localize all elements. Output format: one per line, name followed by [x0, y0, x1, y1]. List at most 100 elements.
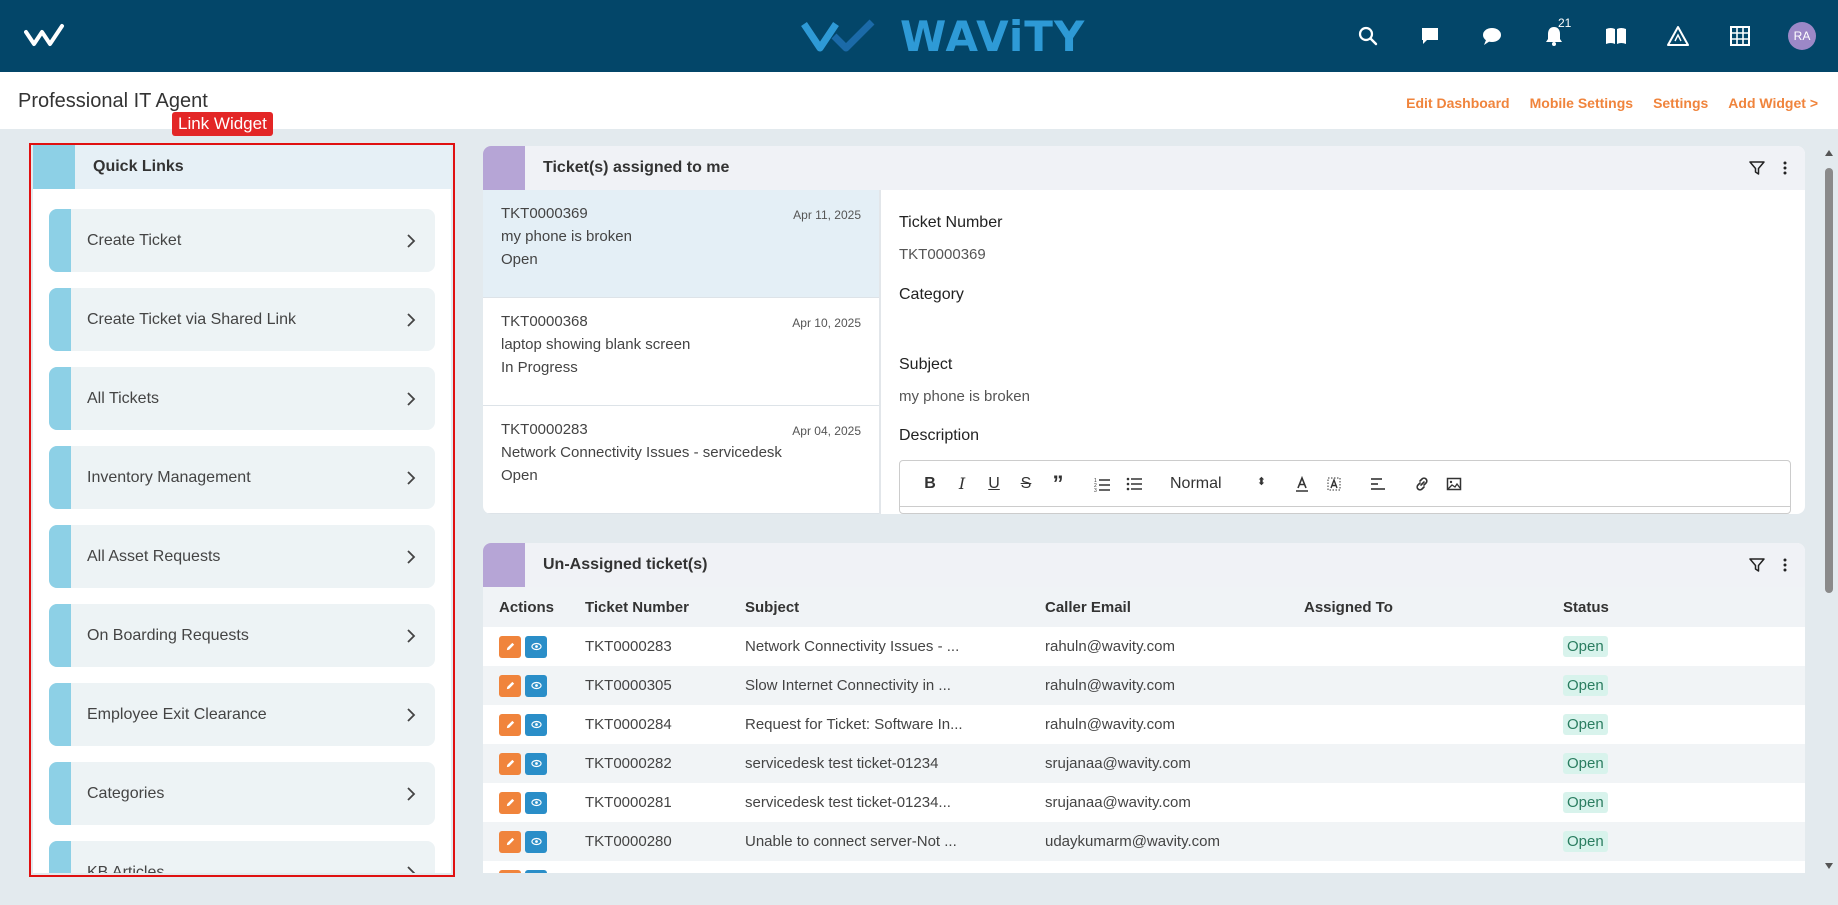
column-header-subject[interactable]: Subject	[745, 599, 1045, 616]
top-navbar: WAViTY 21 RA	[0, 0, 1838, 72]
subject-label: Subject	[899, 356, 953, 373]
edit-button[interactable]	[499, 674, 521, 697]
column-header-assigned-to[interactable]: Assigned To	[1304, 599, 1563, 616]
table-row-partial[interactable]	[483, 861, 1805, 873]
ticket-list-item[interactable]: TKT0000369 my phone is broken Open Apr 1…	[483, 190, 879, 298]
background-color-icon[interactable]	[1318, 472, 1350, 496]
table-row[interactable]: TKT0000305 Slow Internet Connectivity in…	[483, 666, 1805, 705]
view-button[interactable]	[525, 674, 547, 697]
edit-button[interactable]	[499, 869, 521, 873]
scroll-thumb[interactable]	[1825, 168, 1833, 593]
quick-link-create-ticket[interactable]: Create Ticket	[49, 209, 435, 272]
strikethrough-icon[interactable]: S	[1010, 472, 1042, 496]
view-button[interactable]	[525, 830, 547, 853]
ticket-number-cell: TKT0000283	[585, 638, 672, 655]
status-badge: Open	[1563, 675, 1608, 696]
column-header-status[interactable]: Status	[1563, 599, 1763, 616]
more-vertical-icon[interactable]	[1777, 160, 1793, 176]
table-row[interactable]: TKT0000283 Network Connectivity Issues -…	[483, 627, 1805, 666]
eye-icon	[530, 642, 542, 651]
quick-link-create-ticket-shared[interactable]: Create Ticket via Shared Link	[49, 288, 435, 351]
table-row[interactable]: TKT0000284 Request for Ticket: Software …	[483, 705, 1805, 744]
quick-links-header: Quick Links	[33, 145, 451, 189]
view-button[interactable]	[525, 869, 547, 873]
quick-link-inventory[interactable]: Inventory Management	[49, 446, 435, 509]
ticket-status: Open	[501, 251, 538, 268]
edit-button[interactable]	[499, 752, 521, 775]
select-arrows-icon: ⬍	[1256, 475, 1266, 488]
caller-email-cell: rahuln@wavity.com	[1045, 716, 1175, 733]
format-select[interactable]: Normal ⬍	[1162, 475, 1274, 493]
subject-cell: Unable to connect server-Not ...	[745, 833, 957, 850]
scroll-up-arrow-icon[interactable]	[1825, 150, 1833, 156]
ticket-number-cell: TKT0000282	[585, 755, 672, 772]
message-icon[interactable]	[1412, 18, 1448, 54]
quick-link-kb-articles[interactable]: KB Articles	[49, 841, 435, 873]
table-row[interactable]: TKT0000280 Unable to connect server-Not …	[483, 822, 1805, 861]
edit-button[interactable]	[499, 830, 521, 853]
bold-icon[interactable]: B	[914, 472, 946, 496]
search-icon[interactable]	[1350, 18, 1386, 54]
mobile-settings-link[interactable]: Mobile Settings	[1530, 95, 1633, 111]
ticket-subject: my phone is broken	[501, 228, 632, 245]
chat-icon[interactable]	[1474, 18, 1510, 54]
quick-links-title: Quick Links	[93, 158, 184, 175]
user-avatar[interactable]: RA	[1784, 18, 1820, 54]
quick-link-label: All Asset Requests	[87, 547, 221, 565]
unassigned-tickets-header: Un-Assigned ticket(s)	[483, 543, 1805, 587]
description-label: Description	[899, 427, 980, 444]
image-icon[interactable]	[1438, 472, 1470, 496]
ordered-list-icon[interactable]: 123	[1086, 472, 1118, 496]
quick-link-all-tickets[interactable]: All Tickets	[49, 367, 435, 430]
quick-link-onboarding[interactable]: On Boarding Requests	[49, 604, 435, 667]
add-widget-link[interactable]: Add Widget >	[1728, 95, 1818, 111]
edit-icon	[506, 720, 514, 729]
view-button[interactable]	[525, 752, 547, 775]
table-row[interactable]: TKT0000281 servicedesk test ticket-01234…	[483, 783, 1805, 822]
table-row[interactable]: TKT0000282 servicedesk test ticket-01234…	[483, 744, 1805, 783]
ticket-date: Apr 10, 2025	[792, 316, 861, 330]
bullet-list-icon[interactable]	[1118, 472, 1150, 496]
edit-button[interactable]	[499, 791, 521, 814]
text-color-icon[interactable]	[1286, 472, 1318, 496]
ticket-list-item[interactable]: TKT0000283 Network Connectivity Issues -…	[483, 406, 879, 514]
view-button[interactable]	[525, 791, 547, 814]
grid-icon[interactable]	[1722, 18, 1758, 54]
page-scrollbar[interactable]	[1823, 146, 1835, 873]
underline-icon[interactable]: U	[978, 472, 1010, 496]
edit-icon	[506, 837, 514, 846]
scroll-down-arrow-icon[interactable]	[1825, 863, 1833, 869]
link-accent	[49, 762, 71, 825]
subject-cell: Slow Internet Connectivity in ...	[745, 677, 951, 694]
ticket-subject: laptop showing blank screen	[501, 336, 691, 353]
italic-icon[interactable]: I	[946, 472, 978, 496]
ticket-number-cell: TKT0000305	[585, 677, 672, 694]
description-editor[interactable]: B I U S ” 123 Normal ⬍	[899, 460, 1791, 514]
ticket-list-item[interactable]: TKT0000368 laptop showing blank screen I…	[483, 298, 879, 406]
link-icon[interactable]	[1406, 472, 1438, 496]
chevron-right-icon	[407, 233, 416, 248]
quick-link-asset-requests[interactable]: All Asset Requests	[49, 525, 435, 588]
chevron-right-icon	[407, 865, 416, 873]
filter-icon[interactable]	[1749, 557, 1765, 573]
edit-button[interactable]	[499, 635, 521, 658]
view-button[interactable]	[525, 635, 547, 658]
quick-link-label: Create Ticket	[87, 231, 182, 249]
more-vertical-icon[interactable]	[1777, 557, 1793, 573]
view-button[interactable]	[525, 713, 547, 736]
quick-link-exit-clearance[interactable]: Employee Exit Clearance	[49, 683, 435, 746]
quick-link-categories[interactable]: Categories	[49, 762, 435, 825]
status-badge: Open	[1563, 714, 1608, 735]
column-header-ticket-number[interactable]: Ticket Number	[585, 599, 745, 616]
book-icon[interactable]	[1598, 18, 1634, 54]
warning-triangle-icon[interactable]	[1660, 18, 1696, 54]
edit-button[interactable]	[499, 713, 521, 736]
bell-icon[interactable]: 21	[1536, 16, 1572, 54]
edit-dashboard-link[interactable]: Edit Dashboard	[1406, 95, 1509, 111]
column-header-caller-email[interactable]: Caller Email	[1045, 599, 1304, 616]
filter-icon[interactable]	[1749, 160, 1765, 176]
wavity-mark-icon[interactable]	[24, 22, 72, 50]
settings-link[interactable]: Settings	[1653, 95, 1708, 111]
blockquote-icon[interactable]: ”	[1042, 471, 1074, 496]
align-icon[interactable]	[1362, 472, 1394, 496]
